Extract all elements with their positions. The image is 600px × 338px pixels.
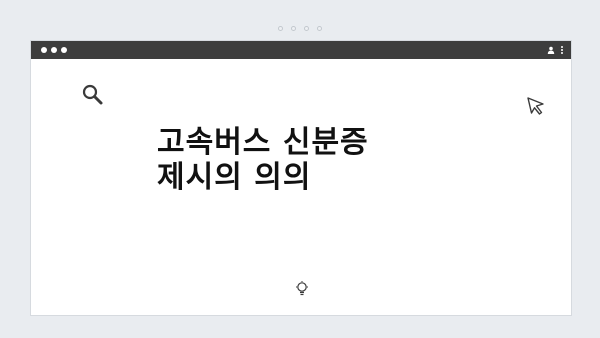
maximize-window-button[interactable]	[61, 47, 67, 53]
pagination-dots	[0, 26, 600, 31]
window-controls	[31, 47, 67, 53]
close-window-button[interactable]	[41, 47, 47, 53]
pagination-dot[interactable]	[304, 26, 309, 31]
avatar-icon[interactable]	[547, 46, 555, 54]
search-icon	[82, 84, 103, 105]
pagination-dot[interactable]	[317, 26, 322, 31]
cursor-icon	[527, 97, 544, 115]
page-title-line-2: 제시의 의의	[157, 160, 312, 195]
slide-content: 고속버스 신분증 제시의 의의	[31, 59, 571, 315]
lightbulb-icon	[296, 281, 308, 296]
window-titlebar	[31, 41, 571, 59]
kebab-menu-icon[interactable]	[561, 46, 563, 54]
titlebar-actions	[547, 46, 571, 54]
page-title-line-1: 고속버스 신분증	[157, 125, 369, 160]
page-title: 고속버스 신분증 제시의 의의	[157, 125, 487, 195]
pagination-dot[interactable]	[278, 26, 283, 31]
pagination-dot[interactable]	[291, 26, 296, 31]
minimize-window-button[interactable]	[51, 47, 57, 53]
browser-window: 고속버스 신분증 제시의 의의	[30, 40, 572, 316]
